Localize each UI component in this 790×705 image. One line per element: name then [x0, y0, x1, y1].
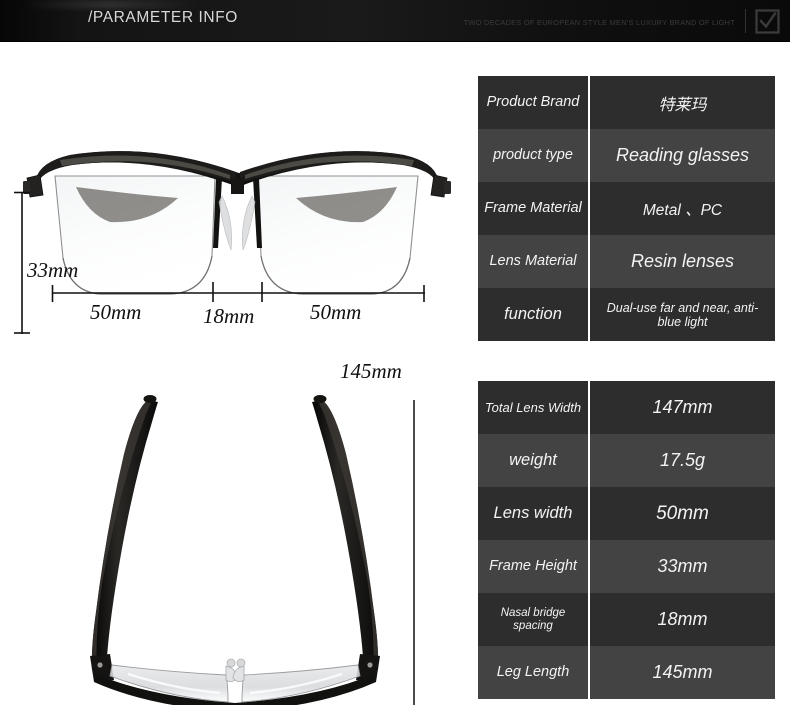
row-label: function	[478, 288, 590, 341]
row-value: 特莱玛	[658, 96, 707, 114]
table-row: Leg Length 145mm	[478, 646, 775, 699]
table-row: Lens Material Resin lenses	[478, 235, 775, 288]
top-view-dimension-line	[413, 400, 415, 705]
bridge-width-dimension-label: 18mm	[203, 304, 255, 328]
table-row: weight 17.5g	[478, 434, 775, 487]
row-value: 50mm	[656, 502, 709, 524]
table-row: Total Lens Width 147mm	[478, 381, 775, 434]
table-row: Nasal bridge spacing 18mm	[478, 593, 775, 646]
row-value: 18mm	[657, 609, 708, 629]
row-value: 17.5g	[659, 450, 706, 470]
table-row: function Dual-use far and near, anti-blu…	[478, 288, 775, 341]
row-value: Metal 、PC	[642, 201, 723, 219]
row-label: Leg Length	[478, 646, 590, 699]
row-value: 145mm	[652, 662, 713, 682]
front-view-dimension-lines	[14, 191, 425, 334]
row-label: weight	[478, 434, 590, 487]
row-label: product type	[478, 129, 590, 182]
product-diagram-area: 33mm 50mm 18mm 50mm 145mm	[0, 42, 470, 705]
row-label: Total Lens Width	[478, 381, 590, 434]
row-label: Frame Height	[478, 540, 590, 593]
table-row: product type Reading glasses	[478, 129, 775, 182]
row-label: Frame Material	[478, 182, 590, 235]
checked-square-logo-icon	[755, 9, 780, 34]
brand-tagline: TWO DECADES OF EUROPEAN STYLE MEN'S LUXU…	[463, 18, 735, 27]
frame-height-dimension-label: 33mm	[27, 258, 79, 282]
left-lens-width-dimension-label: 50mm	[90, 300, 142, 324]
table-row: Frame Height 33mm	[478, 540, 775, 593]
dimension-spec-table: Total Lens Width 147mm weight 17.5g Lens…	[478, 381, 775, 699]
page-header: /PARAMETER INFO TWO DECADES OF EUROPEAN …	[0, 0, 790, 42]
table-row: Product Brand 特莱玛	[478, 76, 775, 129]
row-value: 147mm	[652, 397, 713, 417]
row-value: 33mm	[657, 556, 708, 576]
row-label: Nasal bridge spacing	[478, 593, 590, 646]
table-row: Lens width 50mm	[478, 487, 775, 540]
right-lens-width-dimension-label: 50mm	[310, 300, 362, 324]
row-label: Lens Material	[478, 235, 590, 288]
header-divider	[745, 9, 746, 33]
header-highlight	[20, 0, 200, 9]
product-spec-table: Product Brand 特莱玛 product type Reading g…	[478, 76, 775, 341]
temple-length-dimension-label: 145mm	[340, 359, 402, 383]
page-title: /PARAMETER INFO	[88, 9, 238, 26]
row-value: Reading glasses	[615, 145, 750, 165]
row-value: Resin lenses	[630, 251, 735, 271]
table-row: Frame Material Metal 、PC	[478, 182, 775, 235]
row-label: Product Brand	[478, 76, 590, 129]
row-label: Lens width	[478, 487, 590, 540]
row-value: Dual-use far and near, anti-blue light	[606, 300, 759, 329]
